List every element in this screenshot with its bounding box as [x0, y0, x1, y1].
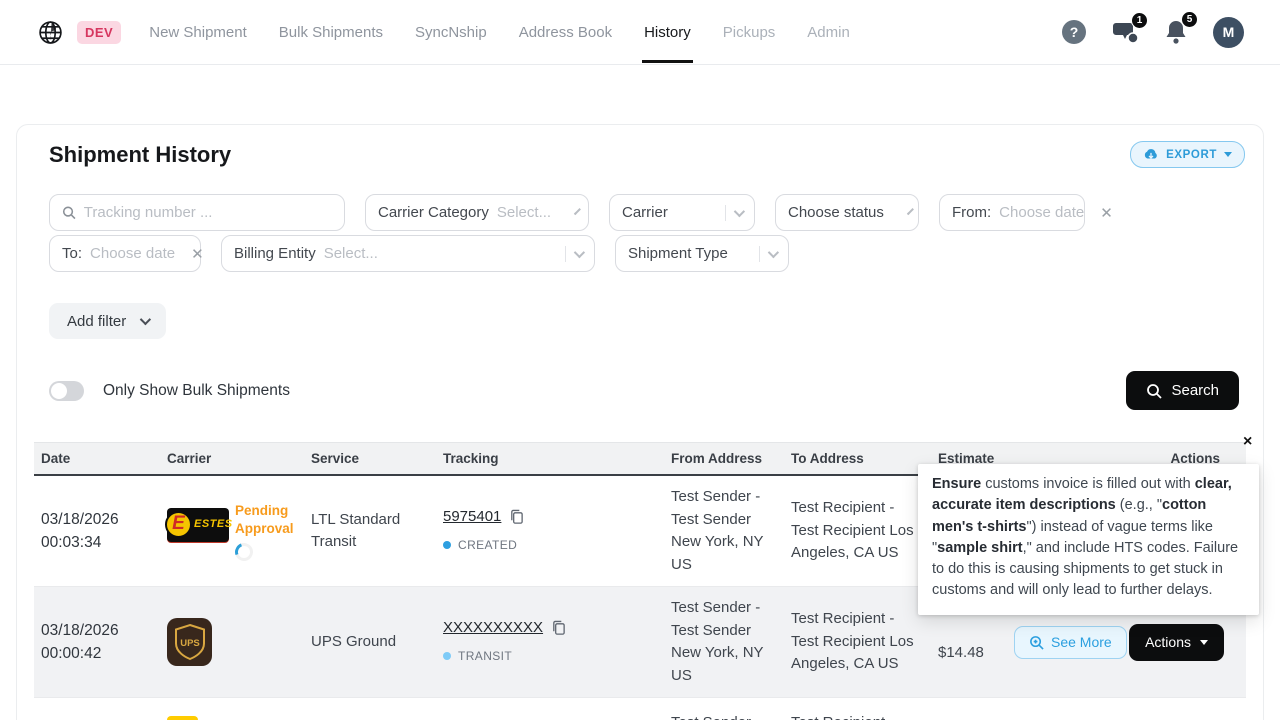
nav-item-address-book[interactable]: Address Book: [519, 24, 612, 41]
tracking-number-input[interactable]: [49, 194, 345, 231]
tracking-number-field[interactable]: [84, 204, 332, 221]
copy-icon[interactable]: [509, 509, 524, 525]
user-avatar[interactable]: M: [1213, 17, 1244, 48]
to-address: Test Recipient: [784, 712, 931, 720]
bell-badge: 5: [1181, 11, 1198, 28]
nav-right: ? 1 5 M: [1061, 17, 1244, 48]
chevron-down-icon: [574, 246, 585, 257]
chevron-down-icon: [907, 208, 914, 215]
cloud-download-icon: [1143, 148, 1159, 161]
chevron-down-icon: [768, 246, 779, 257]
tracking-cell: 5975401 CREATED: [436, 506, 664, 557]
tracking-number-link[interactable]: XXXXXXXXXX: [443, 617, 543, 640]
status-dot-created: [443, 541, 451, 549]
svg-text:UPS: UPS: [180, 638, 200, 649]
carrier-select[interactable]: Carrier: [609, 194, 755, 231]
clear-to-date-icon[interactable]: ✕: [191, 245, 204, 263]
chevron-down-icon: [734, 205, 745, 216]
nav-item-syncnship[interactable]: SyncNship: [415, 24, 487, 41]
col-header-from-address: From Address: [664, 451, 784, 466]
bulk-toggle-label: Only Show Bulk Shipments: [103, 382, 290, 400]
status-dot-transit: [443, 652, 451, 660]
actions-button[interactable]: Actions: [1129, 624, 1224, 661]
top-nav: DEV New Shipment Bulk Shipments SyncNshi…: [0, 0, 1280, 65]
carrier-cell: UPS: [160, 618, 304, 666]
add-filter-button[interactable]: Add filter: [49, 303, 166, 339]
carrier-logo: [167, 716, 198, 720]
col-header-carrier: Carrier: [160, 451, 304, 466]
globe-logo-icon[interactable]: [38, 20, 63, 45]
to-date-picker[interactable]: To: Choose date ✕: [49, 235, 201, 272]
search-icon: [1146, 383, 1162, 399]
help-icon[interactable]: ?: [1061, 19, 1087, 45]
estimate-actions-cell: $14.48 See More Actions: [931, 620, 1246, 665]
bell-icon[interactable]: 5: [1163, 18, 1189, 46]
shipment-date: 03/18/2026 00:03:34: [34, 508, 160, 554]
billing-entity-select[interactable]: Billing Entity Select...: [221, 235, 595, 272]
see-more-button[interactable]: See More: [1014, 626, 1127, 659]
tracking-status: TRANSIT: [443, 645, 650, 668]
from-date-picker[interactable]: From: Choose date ✕: [939, 194, 1085, 231]
estes-carrier-logo: E ESTES: [167, 508, 229, 542]
chevron-down-icon: [574, 208, 581, 215]
chat-icon[interactable]: 1: [1111, 19, 1139, 45]
filter-bar: Carrier Category Select... Carrier Choos…: [17, 168, 1263, 272]
estimate-value: $14.48: [938, 620, 1000, 665]
to-address: Test Recipient - Test Recipient Los Ange…: [784, 608, 931, 676]
clear-from-date-icon[interactable]: ✕: [1100, 204, 1113, 222]
loading-spinner-icon: [232, 540, 256, 564]
copy-icon[interactable]: [551, 620, 566, 636]
pending-approval-status: Pending Approval: [235, 502, 301, 538]
nav-items: New Shipment Bulk Shipments SyncNship Ad…: [149, 24, 850, 41]
shipment-type-select[interactable]: Shipment Type: [615, 235, 789, 272]
chat-badge: 1: [1131, 12, 1148, 29]
col-header-to-address: To Address: [784, 451, 931, 466]
search-icon: [62, 205, 76, 220]
shipment-service: LTL Standard Transit: [304, 509, 436, 554]
from-address: Test Sender -: [664, 712, 784, 720]
tooltip-close-icon[interactable]: ×: [1243, 434, 1252, 450]
col-header-tracking: Tracking: [436, 451, 664, 466]
shipment-history-card: Shipment History EXPORT Carrier Category…: [16, 124, 1264, 720]
chevron-down-icon: [140, 314, 151, 325]
tracking-cell: XXXXXXXXXX TRANSIT: [436, 617, 664, 668]
zoom-in-icon: [1029, 635, 1044, 650]
col-header-service: Service: [304, 451, 436, 466]
bulk-shipments-toggle[interactable]: [49, 381, 84, 401]
svg-text:?: ?: [1070, 24, 1079, 40]
from-address: Test Sender - Test Sender New York, NY U…: [664, 486, 784, 576]
tracking-status: CREATED: [443, 534, 650, 557]
caret-down-icon: [1200, 640, 1208, 645]
nav-item-admin[interactable]: Admin: [807, 24, 850, 41]
search-button[interactable]: Search: [1126, 371, 1239, 410]
carrier-category-select[interactable]: Carrier Category Select...: [365, 194, 589, 231]
nav-item-bulk-shipments[interactable]: Bulk Shipments: [279, 24, 383, 41]
dev-badge: DEV: [77, 21, 121, 44]
shipment-service: UPS Ground: [304, 631, 436, 654]
to-address: Test Recipient - Test Recipient Los Ange…: [784, 497, 931, 565]
shipment-date: 03/18/2026 00:00:42: [34, 619, 160, 665]
carrier-cell: [160, 712, 304, 720]
col-header-date: Date: [34, 451, 160, 466]
page-title: Shipment History: [49, 142, 231, 168]
from-address: Test Sender - Test Sender New York, NY U…: [664, 597, 784, 687]
nav-item-history[interactable]: History: [644, 24, 691, 41]
status-select[interactable]: Choose status: [775, 194, 919, 231]
ups-carrier-logo: UPS: [167, 618, 212, 666]
customs-advice-tooltip: Ensure customs invoice is filled out wit…: [918, 464, 1259, 615]
carrier-cell: E ESTES Pending Approval: [160, 502, 304, 561]
caret-down-icon: [1224, 152, 1232, 157]
nav-item-new-shipment[interactable]: New Shipment: [149, 24, 247, 41]
brand: DEV: [38, 20, 121, 45]
tracking-number-link[interactable]: 5975401: [443, 506, 501, 529]
nav-item-pickups[interactable]: Pickups: [723, 24, 776, 41]
export-button[interactable]: EXPORT: [1130, 141, 1245, 168]
table-row: Test Sender - Test Recipient: [34, 698, 1246, 720]
